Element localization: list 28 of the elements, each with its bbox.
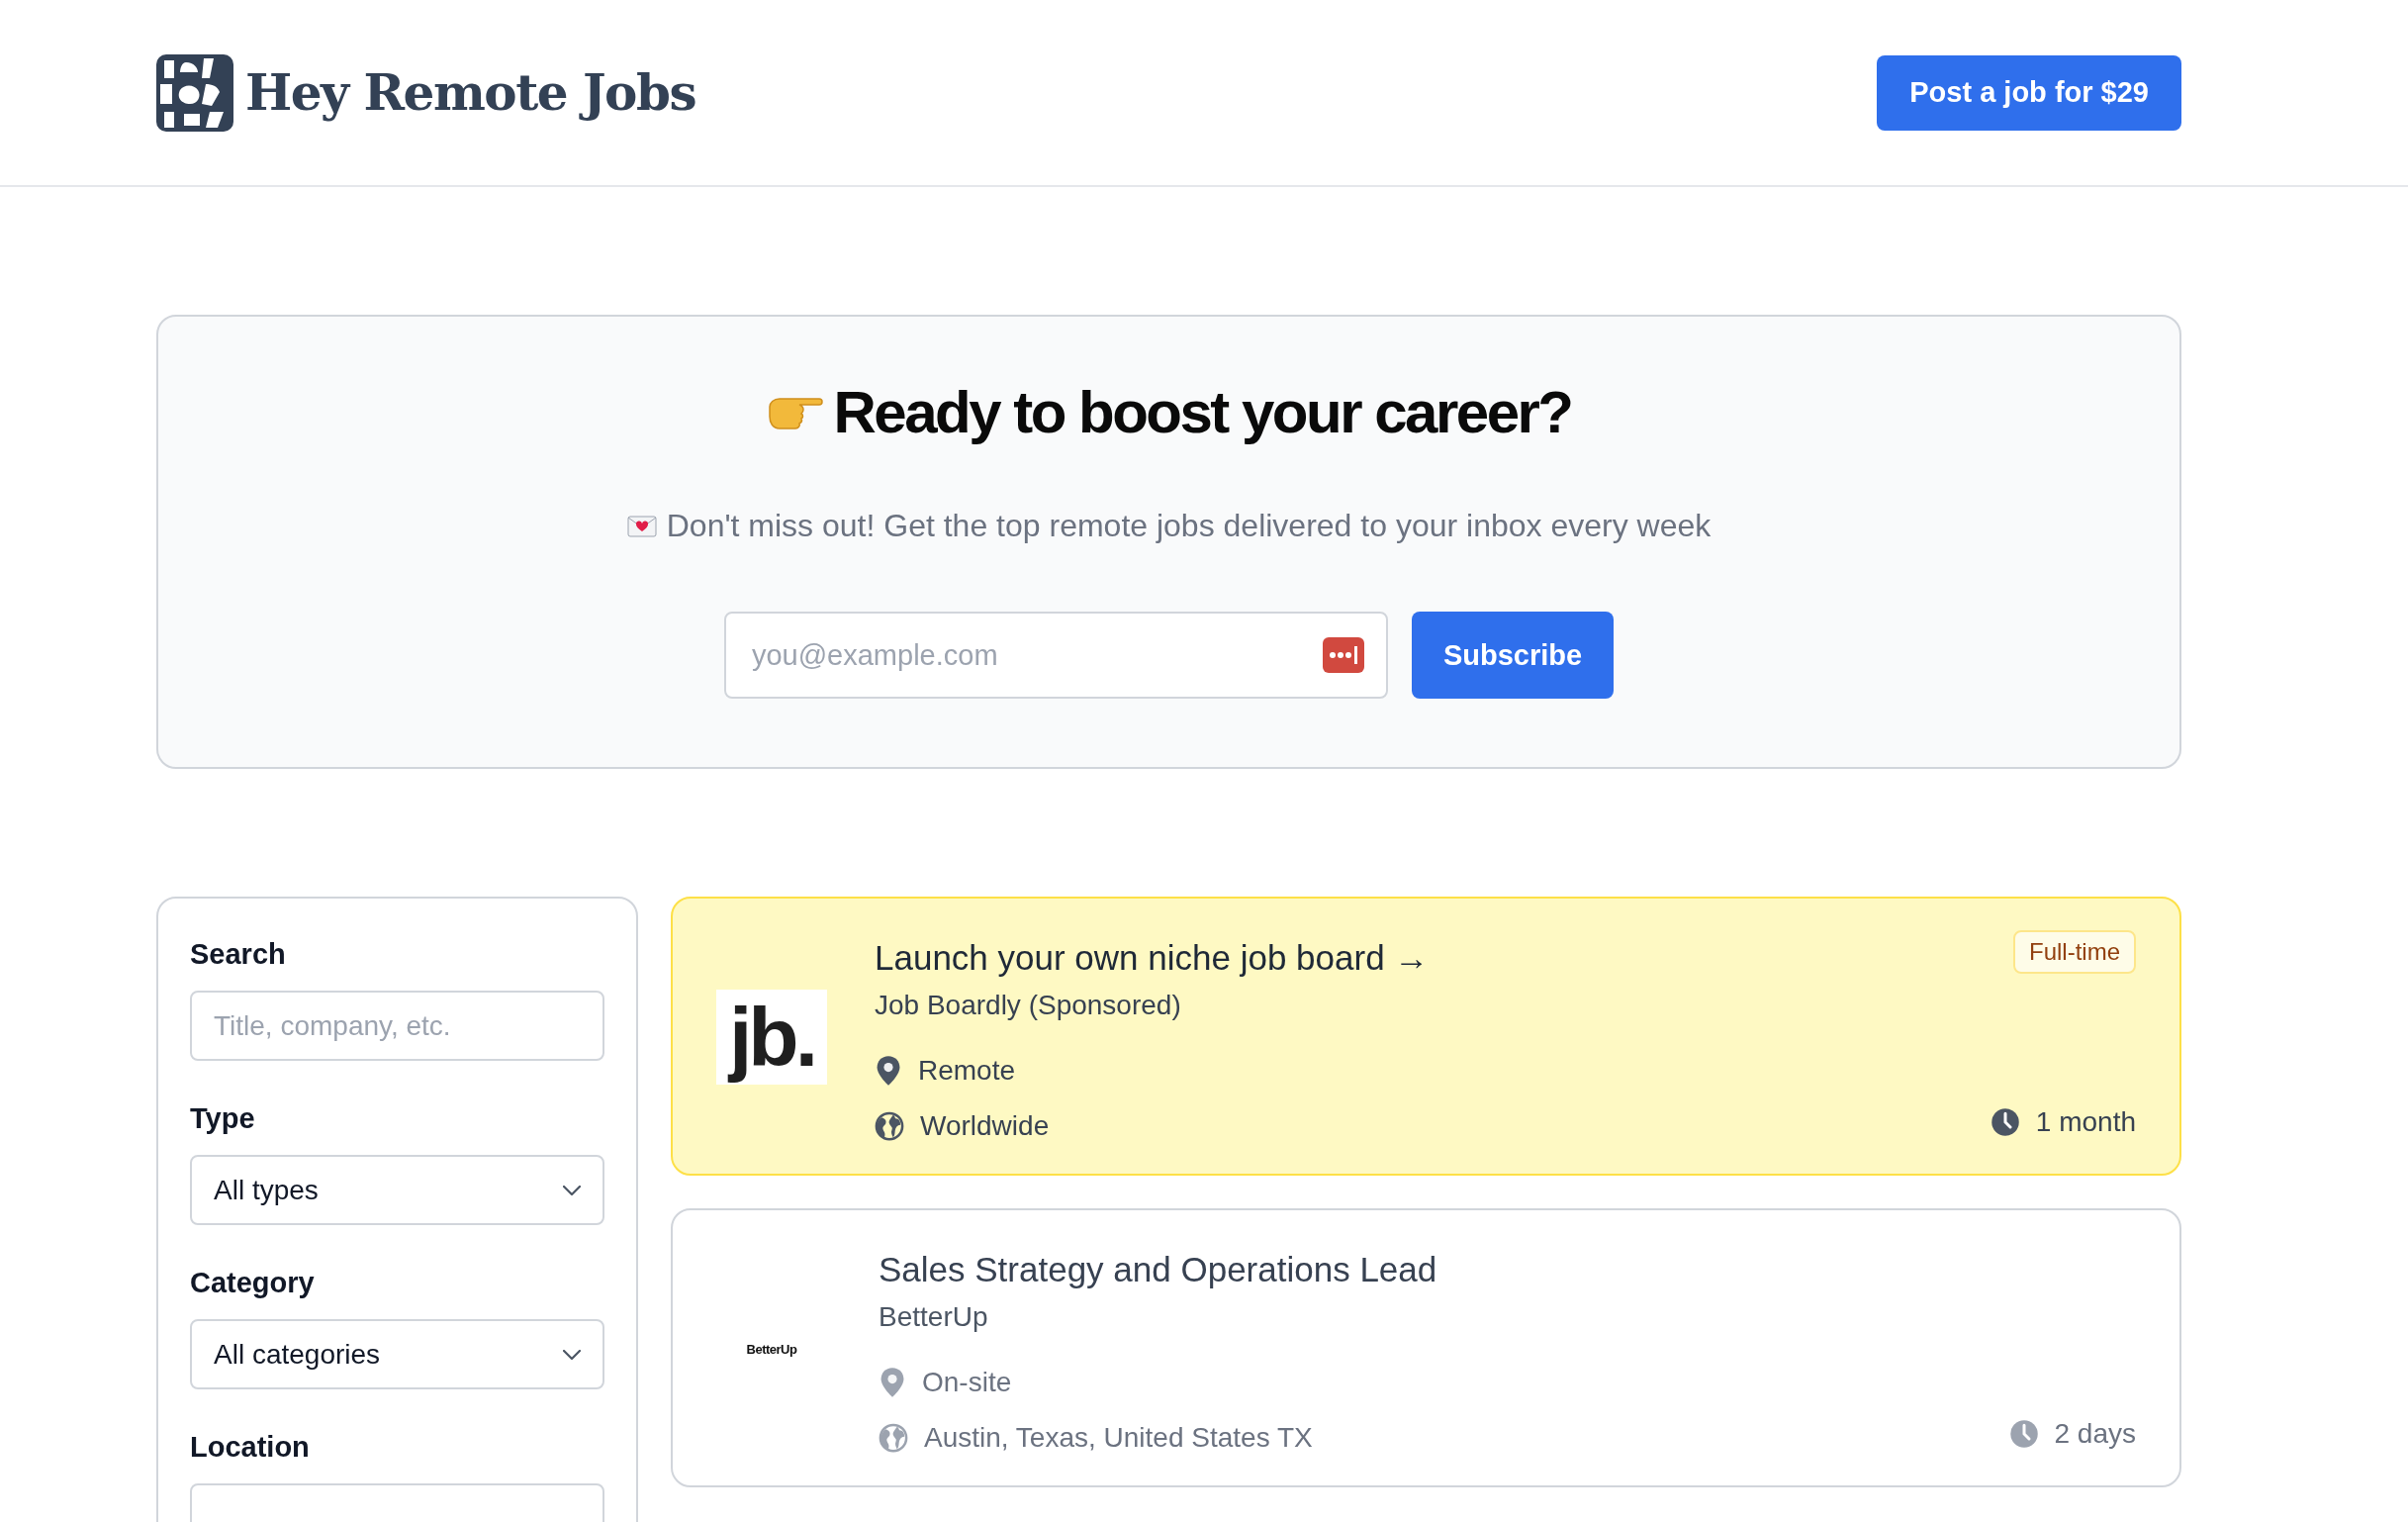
filter-label: Category	[190, 1267, 316, 1299]
posted-age: 1 month	[2035, 1106, 2136, 1138]
sponsored-job-card[interactable]: jb. Launch your own niche job board → Job Boardly (Sponsored) Remote Worldwide Full-time 1 month	[671, 897, 2181, 1176]
filter-label: Location	[190, 1431, 311, 1464]
company-logo: BetterUp	[746, 1341, 797, 1357]
workplace-type: On-site	[922, 1367, 1012, 1398]
company-name: BetterUp	[879, 1301, 988, 1333]
workplace-type: Remote	[918, 1055, 1016, 1087]
hero-subtitle: Don't miss out! Get the top remote jobs delivered to your inbox every week	[666, 508, 1712, 544]
post-job-button[interactable]: Post a job for $29	[1877, 54, 2181, 131]
dropdown-select[interactable]: All types	[190, 1155, 604, 1225]
subscribe-button[interactable]: Subscribe	[1411, 612, 1615, 699]
job-location: Austin, Texas, United States TX	[924, 1422, 1313, 1454]
filter-label: Search	[190, 938, 287, 971]
job-title[interactable]: Launch your own niche job board →	[875, 938, 1430, 978]
job-location: Worldwide	[920, 1110, 1050, 1142]
search-field[interactable]: Title, company, etc.	[190, 991, 604, 1061]
company-name: Job Boardly (Sponsored)	[875, 990, 1181, 1021]
hero-title: Ready to boost your career?	[833, 378, 1572, 446]
brand-name: Hey Remote Jobs	[245, 63, 696, 122]
posted-age: 2 days	[2054, 1418, 2136, 1450]
company-logo: jb.	[716, 990, 827, 1085]
job-title[interactable]: Sales Strategy and Operations Lead	[879, 1250, 1437, 1289]
dropdown-select[interactable]: All categories	[190, 1319, 604, 1389]
filter-label: Type	[190, 1102, 256, 1135]
job-card[interactable]: BetterUp Sales Strategy and Operations Lead BetterUp On-site Austin, Texas, United States TX 2 days	[671, 1208, 2181, 1487]
job-type-badge: Full-time	[2013, 930, 2136, 974]
email-field[interactable]: you@example.com	[723, 612, 1388, 699]
